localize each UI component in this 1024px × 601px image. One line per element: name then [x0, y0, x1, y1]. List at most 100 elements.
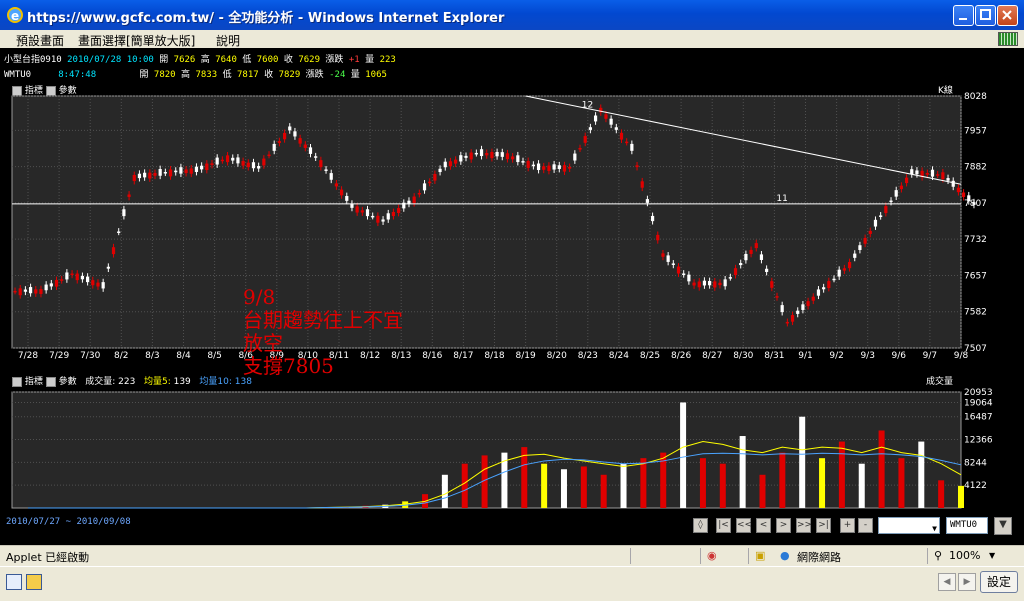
minimize-button[interactable] — [953, 5, 974, 26]
volume-bar — [878, 430, 885, 508]
candle-body — [557, 165, 561, 169]
volume-y-tick-label: 16487 — [964, 413, 993, 423]
back-arrow-button[interactable]: ◀ — [938, 573, 956, 591]
candle-body — [241, 161, 245, 166]
menu-view-select[interactable]: 畫面選擇[簡單放大版] — [78, 32, 195, 49]
privacy-icon[interactable]: ◉ — [707, 549, 717, 562]
volume-value: 1065 — [365, 70, 387, 80]
nav-fast-back-button[interactable]: << — [736, 518, 752, 533]
candle-body — [101, 282, 105, 289]
param-toggle-icon[interactable] — [45, 376, 56, 387]
candle-body — [60, 279, 64, 281]
zoom-chevron-icon[interactable]: ▼ — [989, 551, 995, 560]
close-value: 7629 — [298, 55, 320, 65]
x-tick-label: 8/24 — [609, 351, 629, 361]
candle-body — [723, 279, 727, 287]
candle-body — [428, 181, 432, 184]
volume-bar — [541, 463, 548, 508]
volume-bar — [620, 463, 627, 508]
candle-body — [531, 164, 535, 167]
candle-body — [459, 155, 463, 162]
candle-body — [225, 155, 230, 163]
candle-body — [827, 281, 831, 288]
candle-body — [708, 281, 712, 286]
window-switch-icon[interactable] — [6, 574, 22, 590]
low-label: 低 — [242, 55, 252, 65]
candle-body — [899, 185, 903, 190]
candle-body — [132, 174, 136, 182]
maximize-button[interactable] — [975, 5, 996, 26]
candle-body — [194, 166, 199, 172]
candle-body — [303, 144, 307, 148]
indicator-toggle-icon[interactable] — [12, 376, 22, 387]
volume-chart[interactable]: 2095319064 16487 12366 8244 4122 — [0, 386, 1024, 514]
candle-body — [231, 157, 235, 161]
menu-default-view[interactable]: 預設畫面 — [16, 32, 64, 49]
candle-body — [609, 118, 613, 125]
candle-body — [847, 262, 852, 269]
nav-forward-button[interactable]: > — [776, 518, 791, 533]
period-select[interactable]: ▼ — [878, 517, 940, 534]
close-button[interactable] — [997, 5, 1018, 26]
candle-body — [236, 157, 240, 164]
price-chart[interactable]: 802879577882780777327657758275077/287/29… — [0, 82, 1024, 362]
candle-body — [733, 268, 738, 276]
volume-bar — [779, 452, 786, 508]
candle-body — [158, 169, 162, 176]
x-tick-label: 8/19 — [515, 351, 535, 361]
candle-body — [143, 172, 147, 178]
level-marker-label: 11 — [776, 194, 787, 204]
x-tick-label: 8/26 — [671, 351, 691, 361]
candle-body — [889, 200, 893, 203]
candle-body — [511, 156, 515, 160]
security-lock-icon[interactable]: ▣ — [755, 549, 765, 562]
candle-body — [454, 159, 458, 164]
candle-body — [13, 290, 17, 293]
candle-body — [770, 281, 774, 288]
volume-y-tick-label: 4122 — [964, 481, 987, 491]
candle-body — [282, 132, 287, 140]
quote-time: 8:47:48 — [58, 70, 97, 80]
dropdown-arrow-icon[interactable]: ▼ — [994, 517, 1012, 535]
minimize-icon — [959, 18, 967, 20]
candle-body — [485, 152, 489, 156]
candle-body — [521, 161, 525, 163]
candle-body — [293, 131, 297, 137]
volume-label: 量 — [350, 70, 360, 80]
volume-bar — [719, 463, 726, 508]
candle-body — [495, 151, 499, 157]
candle-body — [625, 141, 629, 144]
candle-body — [49, 283, 53, 287]
folder-icon[interactable] — [26, 574, 42, 590]
candle-body — [879, 215, 883, 217]
zoom-in-button[interactable]: + — [840, 518, 855, 533]
low-value: 7817 — [237, 70, 259, 80]
candle-body — [469, 152, 473, 160]
candle-body — [682, 273, 686, 275]
menu-help[interactable]: 說明 — [216, 32, 240, 49]
candle-body — [542, 166, 546, 170]
nav-first-button[interactable]: |< — [716, 518, 731, 533]
x-tick-label: 8/4 — [176, 351, 191, 361]
candle-body — [946, 178, 950, 181]
status-divider — [630, 548, 631, 564]
candle-body — [961, 192, 966, 198]
nav-fast-forward-button[interactable]: >> — [796, 518, 812, 533]
candle-body — [853, 253, 857, 258]
zoom-level[interactable]: 100% — [949, 549, 980, 562]
x-tick-label: 8/31 — [764, 351, 784, 361]
candle-body — [516, 155, 520, 163]
candle-body — [930, 169, 935, 177]
symbol-input[interactable]: WMTU0 — [946, 517, 988, 534]
forward-arrow-button[interactable]: ▶ — [958, 573, 976, 591]
zoom-out-button[interactable]: - — [858, 518, 873, 533]
nav-last-button[interactable]: >| — [816, 518, 831, 533]
nav-tool-button[interactable]: ◊ — [693, 518, 708, 533]
peak-marker-label: 12 — [582, 101, 593, 111]
nav-back-button[interactable]: < — [756, 518, 771, 533]
price-plot-frame — [11, 95, 962, 349]
x-tick-label: 8/5 — [207, 351, 221, 361]
settings-button[interactable]: 設定 — [980, 571, 1018, 593]
candle-body — [552, 164, 556, 170]
candle-body — [433, 173, 437, 181]
